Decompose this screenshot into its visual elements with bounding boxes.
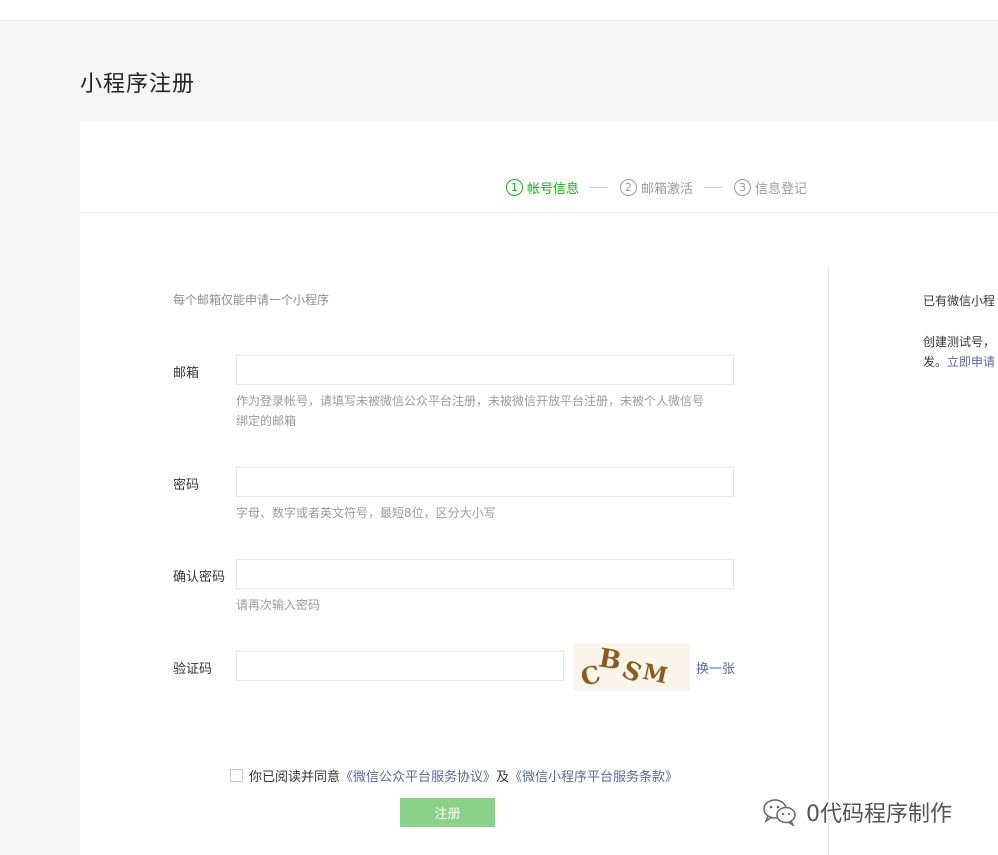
service-agreement-link[interactable]: 《微信公众平台服务协议》 bbox=[340, 766, 496, 785]
email-label: 邮箱 bbox=[173, 366, 200, 381]
email-hint-line: 作为登录帐号，请填写未被微信公众平台注册，未被微信开放平台注册，未被个人微信号 bbox=[236, 394, 705, 408]
password-label: 密码 bbox=[173, 478, 200, 493]
step-info-registration: 3 信息登记 bbox=[734, 178, 807, 197]
page-title: 小程序注册 bbox=[80, 72, 196, 97]
registration-card: 1 帐号信息 2 邮箱激活 3 信息登记 每个邮箱仅能申请一个小程序 邮箱 作为… bbox=[80, 121, 998, 855]
wechat-icon bbox=[763, 799, 796, 826]
form-tip: 每个邮箱仅能申请一个小程序 bbox=[173, 293, 330, 307]
register-button[interactable]: 注册 bbox=[400, 798, 495, 827]
step-connector bbox=[590, 187, 608, 188]
email-hint-line: 绑定的邮箱 bbox=[236, 414, 297, 428]
service-terms-link[interactable]: 《微信小程序平台服务条款》 bbox=[509, 766, 678, 785]
agreement-middle: 及 bbox=[496, 770, 510, 785]
password-field[interactable] bbox=[236, 467, 734, 497]
side-existing-text: 已有微信小程 bbox=[923, 294, 996, 308]
top-bar bbox=[0, 0, 998, 21]
agreement-row: 你已阅读并同意 《微信公众平台服务协议》 及 《微信小程序平台服务条款》 bbox=[230, 766, 678, 785]
email-hint: 作为登录帐号，请填写未被微信公众平台注册，未被微信开放平台注册，未被个人微信号 … bbox=[236, 391, 736, 431]
step-account-info: 1 帐号信息 bbox=[506, 178, 579, 197]
watermark: 0代码程序制作 bbox=[762, 796, 952, 828]
step-label: 信息登记 bbox=[755, 182, 808, 197]
captcha-label: 验证码 bbox=[173, 662, 213, 677]
side-apply-prefix: 发。 bbox=[923, 355, 948, 369]
step-number: 2 bbox=[620, 179, 637, 196]
confirm-password-field[interactable] bbox=[236, 559, 734, 589]
captcha-char: B bbox=[596, 643, 624, 677]
step-label: 帐号信息 bbox=[527, 182, 580, 197]
step-email-activation: 2 邮箱激活 bbox=[620, 178, 693, 197]
step-connector bbox=[704, 187, 722, 188]
step-indicator: 1 帐号信息 2 邮箱激活 3 信息登记 bbox=[80, 121, 998, 213]
confirm-password-label: 确认密码 bbox=[173, 570, 226, 585]
captcha-char: M bbox=[640, 658, 670, 690]
step-number: 1 bbox=[506, 179, 523, 196]
agreement-checkbox[interactable] bbox=[230, 769, 243, 782]
vertical-divider bbox=[828, 266, 829, 855]
password-hint: 字母、数字或者英文符号，最短8位，区分大小写 bbox=[236, 506, 496, 520]
agreement-prefix: 你已阅读并同意 bbox=[249, 770, 341, 785]
refresh-captcha-link[interactable]: 换一张 bbox=[696, 658, 735, 677]
apply-now-link[interactable]: 立即申请 bbox=[947, 355, 995, 369]
captcha-field[interactable] bbox=[236, 651, 564, 681]
captcha-image[interactable]: C B S M bbox=[573, 643, 690, 691]
step-label: 邮箱激活 bbox=[641, 182, 694, 197]
email-field[interactable] bbox=[236, 355, 734, 385]
side-test-account-text: 创建测试号， bbox=[923, 335, 996, 349]
step-number: 3 bbox=[734, 179, 751, 196]
confirm-password-hint: 请再次输入密码 bbox=[236, 598, 321, 612]
side-apply-row: 发。立即申请 bbox=[923, 353, 995, 370]
watermark-text: 0代码程序制作 bbox=[806, 802, 952, 827]
